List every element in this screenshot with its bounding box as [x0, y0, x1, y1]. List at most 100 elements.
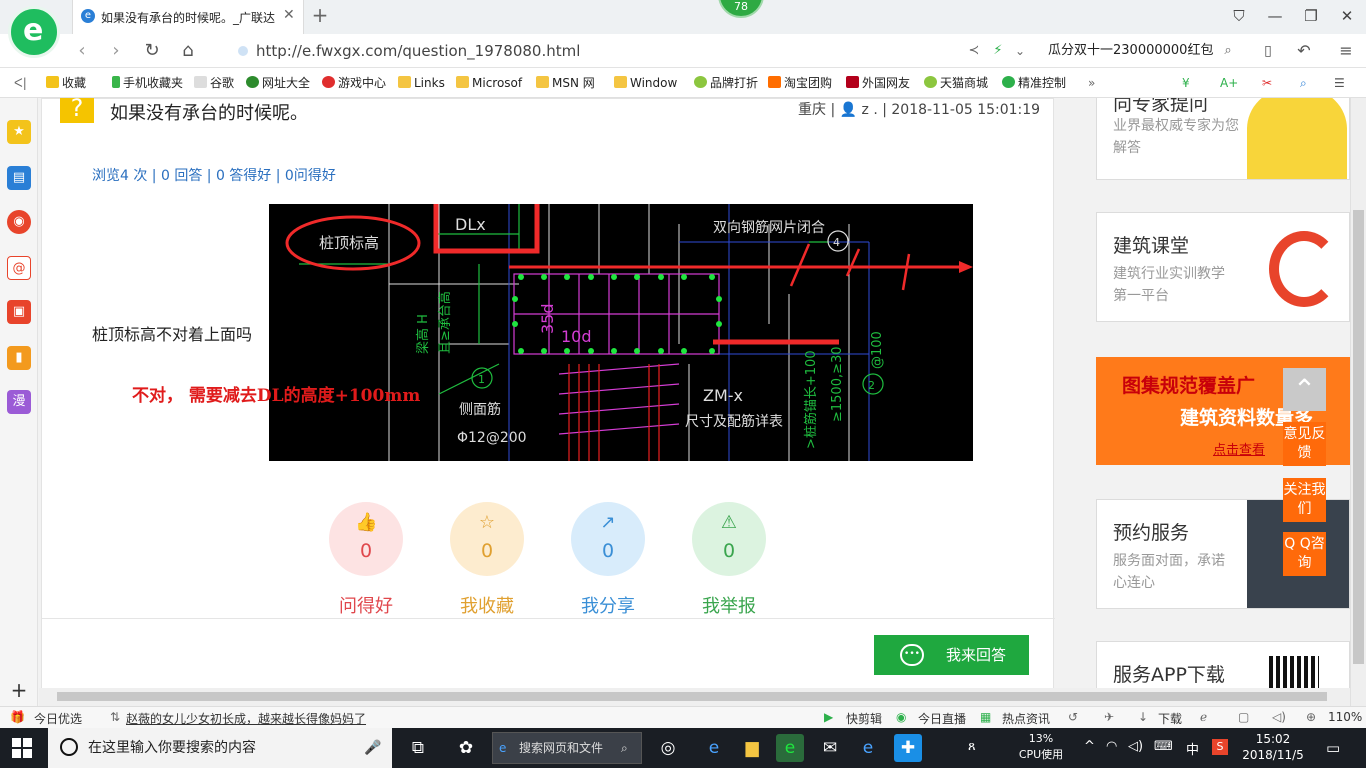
- feedback-button[interactable]: 意见反馈: [1283, 422, 1326, 466]
- zoom-search-icon[interactable]: ⌕: [1300, 75, 1307, 91]
- horizontal-scrollbar[interactable]: [39, 688, 1350, 706]
- favorite-button[interactable]: ☆ 0 我收藏: [450, 502, 524, 618]
- share-button[interactable]: ↗ 0 我分享: [571, 502, 645, 618]
- ie-search-box[interactable]: e 搜索网页和文件 ⌕: [492, 732, 642, 764]
- collapse-sidebar-icon[interactable]: ᐸ|: [14, 75, 27, 91]
- speaker-icon[interactable]: ◁): [1272, 710, 1286, 724]
- bookmark-foreign[interactable]: 外国网友: [846, 75, 910, 91]
- quick-clip[interactable]: 快剪辑: [846, 710, 882, 727]
- browser-logo[interactable]: e: [8, 6, 60, 58]
- edge-icon[interactable]: e: [854, 734, 882, 762]
- wallet-icon[interactable]: ¥: [1182, 75, 1190, 91]
- bookmark-links[interactable]: Links: [398, 75, 445, 91]
- mail-icon[interactable]: @: [7, 256, 31, 280]
- taskbar-search-box[interactable]: 在这里输入你要搜索的内容 🎤: [48, 728, 392, 768]
- bookmark-windows[interactable]: Window: [614, 75, 677, 91]
- app-swirl-icon[interactable]: ◎: [654, 734, 682, 762]
- back-arrow-icon[interactable]: ‹: [70, 39, 94, 63]
- pinwheel-app-icon[interactable]: ✿: [452, 734, 480, 762]
- mobile-icon[interactable]: ▯: [1256, 39, 1280, 63]
- daily-picks[interactable]: 今日优选: [34, 710, 82, 727]
- game-controller-icon[interactable]: ▣: [7, 300, 31, 324]
- keyboard-icon[interactable]: ⌨: [1154, 739, 1173, 754]
- reply-button[interactable]: ••• 我来回答: [874, 635, 1029, 675]
- app-download-card[interactable]: 服务APP下载: [1096, 641, 1350, 688]
- windows-start-button[interactable]: [12, 738, 32, 758]
- menu-icon[interactable]: ≡: [1334, 39, 1358, 63]
- network-icon[interactable]: ◠: [1106, 739, 1117, 754]
- pin-icon[interactable]: ✈: [1104, 710, 1114, 724]
- cut-icon[interactable]: ✂: [1262, 75, 1272, 91]
- list-icon[interactable]: ☰: [1334, 75, 1345, 91]
- downloads[interactable]: 下载: [1158, 710, 1182, 727]
- people-icon[interactable]: ጸ: [968, 739, 976, 754]
- chevron-down-icon[interactable]: ⌄: [1008, 39, 1032, 63]
- bookmark-microsoft[interactable]: Microsof: [456, 75, 522, 91]
- microphone-icon[interactable]: 🎤: [364, 728, 381, 768]
- lightning-icon[interactable]: ⚡: [986, 39, 1010, 63]
- horizontal-scroll-thumb[interactable]: [57, 692, 1327, 701]
- bookmark-taobao[interactable]: 淘宝团购: [768, 75, 832, 91]
- favorites-star-icon[interactable]: ★: [7, 120, 31, 144]
- bookmark-sites[interactable]: 网址大全: [246, 75, 310, 91]
- news-icon[interactable]: ▤: [7, 166, 31, 190]
- feishu-app-icon[interactable]: ✚: [894, 734, 922, 762]
- browser-tab[interactable]: e 如果没有承台的时候呢。_广联达 ✕: [72, 0, 304, 34]
- question-user[interactable]: z .: [862, 102, 878, 118]
- add-sidebar-icon[interactable]: +: [7, 678, 31, 702]
- internet-explorer-icon[interactable]: e: [700, 734, 728, 762]
- system-clock[interactable]: 15:02 2018/11/5: [1240, 731, 1306, 763]
- vertical-scroll-thumb[interactable]: [1353, 210, 1364, 664]
- promo-link[interactable]: 点击查看: [1213, 439, 1265, 458]
- sogou-icon[interactable]: S: [1212, 739, 1228, 755]
- zoom-icon[interactable]: ⊕: [1306, 710, 1316, 724]
- mail-envelope-icon[interactable]: ✉: [816, 734, 844, 762]
- bookmark-mobile[interactable]: 手机收藏夹: [112, 75, 183, 91]
- zoom-level[interactable]: 110%: [1328, 710, 1362, 724]
- book-icon[interactable]: ▮: [7, 346, 31, 370]
- ime-indicator[interactable]: 中: [1186, 739, 1199, 758]
- close-window-button[interactable]: ✕: [1334, 4, 1360, 28]
- 360-browser-icon[interactable]: e: [776, 734, 804, 762]
- share-icon[interactable]: ≺: [962, 39, 986, 63]
- minimize-button[interactable]: —: [1262, 4, 1288, 28]
- restore-button[interactable]: ❐: [1298, 4, 1324, 28]
- live-today[interactable]: 今日直播: [918, 710, 966, 727]
- volume-icon[interactable]: ◁): [1128, 739, 1143, 754]
- bookmark-msn[interactable]: MSN 网: [536, 75, 595, 91]
- translate-icon[interactable]: A+: [1220, 75, 1238, 91]
- bookmark-brand-sale[interactable]: 品牌打折: [694, 75, 758, 91]
- close-tab-icon[interactable]: ✕: [283, 7, 299, 23]
- comic-icon[interactable]: 漫: [7, 390, 31, 414]
- forward-arrow-icon[interactable]: ›: [104, 39, 128, 63]
- qq-consult-button[interactable]: Q Q咨询: [1283, 532, 1326, 576]
- address-bar[interactable]: http://e.fwxgx.com/question_1978080.html: [238, 39, 958, 63]
- follow-us-button[interactable]: 关注我们: [1283, 478, 1326, 522]
- ask-expert-card[interactable]: 向专家提问 业界最权威专家为您解答: [1096, 98, 1350, 180]
- back-to-top-button[interactable]: ⌃: [1283, 368, 1326, 411]
- like-question-button[interactable]: 👍 0 问得好: [329, 502, 403, 618]
- report-button[interactable]: ⚠ 0 我举报: [692, 502, 766, 618]
- search-icon[interactable]: ⌕: [1216, 39, 1240, 63]
- task-view-icon[interactable]: ⧉: [404, 734, 432, 762]
- home-icon[interactable]: ⌂: [176, 39, 200, 63]
- bookmark-google[interactable]: 谷歌: [194, 75, 234, 91]
- new-tab-button[interactable]: +: [308, 3, 332, 29]
- bookmark-tmall[interactable]: 天猫商城: [924, 75, 988, 91]
- question-stats[interactable]: 浏览4 次 | 0 回答 | 0 答得好 | 0问得好: [92, 165, 336, 185]
- bookmark-precise[interactable]: 精准控制: [1002, 75, 1066, 91]
- bookmark-favorites[interactable]: 收藏: [46, 75, 86, 91]
- notification-badge[interactable]: 78: [718, 0, 764, 18]
- vertical-scrollbar[interactable]: [1350, 98, 1366, 706]
- search-box[interactable]: 瓜分双十一230000000红包: [1048, 39, 1238, 63]
- undo-icon[interactable]: ↶: [1292, 39, 1316, 63]
- notifications-icon[interactable]: ▭: [1326, 739, 1340, 757]
- cpu-usage[interactable]: 13% CPU使用: [1012, 731, 1070, 763]
- ie-mode-icon[interactable]: ℯ: [1200, 710, 1207, 724]
- refresh-icon[interactable]: ↻: [140, 39, 164, 63]
- tray-chevron-icon[interactable]: ^: [1084, 739, 1095, 754]
- shirt-skin-icon[interactable]: ⛉: [1226, 4, 1252, 28]
- building-class-card[interactable]: 建筑课堂 建筑行业实训教学第一平台: [1096, 212, 1350, 322]
- bookmark-games[interactable]: 游戏中心: [322, 75, 386, 91]
- weibo-icon[interactable]: ◉: [7, 210, 31, 234]
